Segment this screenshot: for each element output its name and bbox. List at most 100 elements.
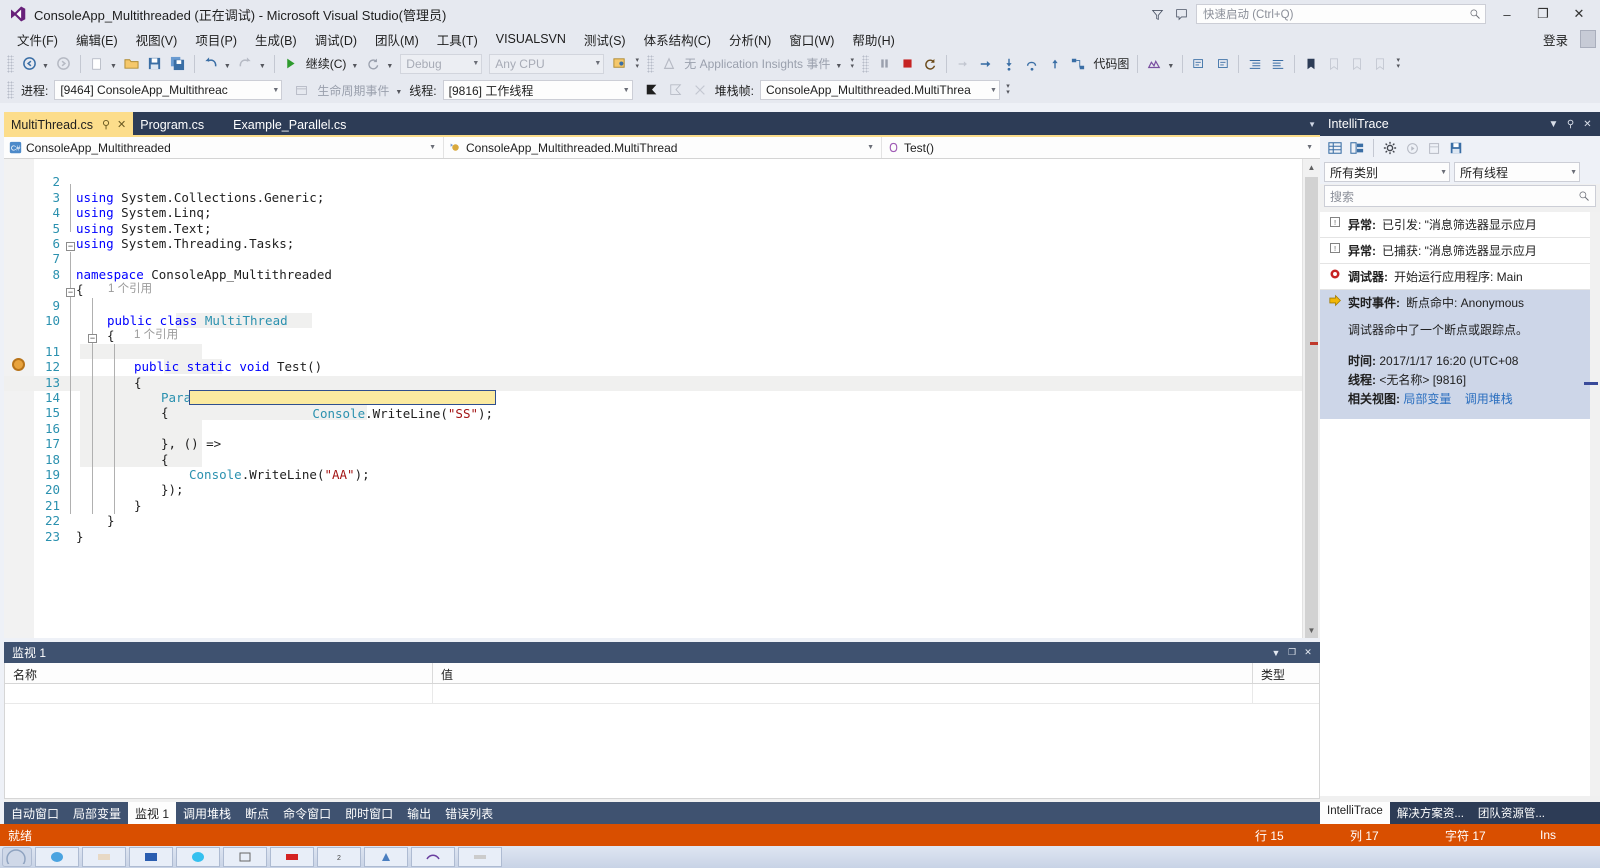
diagnostic-dropdown[interactable]: ▼: [1166, 53, 1177, 75]
intellitrace-event-list[interactable]: ! 异常: 已引发: "消息筛选器显示应月 ! 异常: 已捕获: "消息筛选器显…: [1320, 212, 1590, 796]
continue-button-label[interactable]: 继续(C): [303, 55, 350, 72]
thread-dropdown[interactable]: [9816] 工作线程 ▼: [442, 80, 633, 100]
navbar-member-dropdown[interactable]: Test() ▼: [882, 137, 1320, 158]
watch-column-name[interactable]: 名称: [5, 663, 433, 683]
user-account-icon[interactable]: [1580, 30, 1596, 48]
open-file-icon[interactable]: [121, 53, 143, 75]
menu-item-visualsvn[interactable]: VISUALSVN: [487, 30, 575, 48]
scroll-down-arrow[interactable]: ▼: [1303, 622, 1320, 638]
menu-item-analyze[interactable]: 分析(N): [720, 28, 780, 51]
taskbar-app-4[interactable]: [176, 847, 220, 867]
continue-play-icon[interactable]: [280, 53, 302, 75]
save-icon[interactable]: [144, 53, 166, 75]
bookmark-icon[interactable]: [1300, 53, 1322, 75]
taskbar-app-2[interactable]: [82, 847, 126, 867]
taskbar-app-9[interactable]: [411, 847, 455, 867]
step-into-icon[interactable]: [998, 53, 1020, 75]
menu-item-file[interactable]: 文件(F): [8, 28, 67, 51]
app-insights-dropdown[interactable]: ▼: [834, 53, 845, 75]
navigate-back-icon[interactable]: [18, 53, 40, 75]
gear-icon[interactable]: [1380, 138, 1400, 158]
watch-row-empty[interactable]: [5, 684, 1319, 704]
toolbar-grip[interactable]: [647, 54, 655, 73]
navbar-project-dropdown[interactable]: C# ConsoleApp_Multithreaded ▼: [4, 137, 444, 158]
intellitrace-thread-dropdown[interactable]: 所有线程 ▼: [1454, 162, 1580, 182]
toolbar-grip[interactable]: [7, 81, 14, 99]
attach-to-process-icon[interactable]: [608, 53, 630, 75]
step-next-icon[interactable]: [975, 53, 997, 75]
events-view-icon[interactable]: [1325, 138, 1345, 158]
pin-icon[interactable]: ⚲: [1562, 116, 1579, 133]
restart-debug-icon[interactable]: [919, 53, 941, 75]
toolbar-grip[interactable]: [7, 54, 14, 73]
code-reference-line[interactable]: 1 个引用: [4, 313, 1302, 341]
step-out-icon[interactable]: [1044, 53, 1066, 75]
toolbar-overflow-button[interactable]: ▾ ▾: [846, 53, 858, 75]
menu-item-test[interactable]: 测试(S): [575, 28, 635, 51]
step-over-icon[interactable]: [1021, 53, 1043, 75]
code-editor[interactable]: − − − 2 using System.Collections.Generic…: [4, 159, 1320, 638]
intellitrace-event-exception-thrown[interactable]: ! 异常: 已引发: "消息筛选器显示应月: [1320, 212, 1590, 238]
close-icon[interactable]: ✕: [1579, 116, 1596, 133]
stackframe-dropdown[interactable]: ConsoleApp_Multithreaded.MultiThrea ▼: [759, 80, 1000, 100]
pin-icon[interactable]: ⚲: [93, 118, 110, 131]
taskbar-app-3[interactable]: [129, 847, 173, 867]
menu-item-window[interactable]: 窗口(W): [780, 28, 843, 51]
close-icon[interactable]: ✕: [1300, 645, 1316, 661]
filter-icon[interactable]: [1148, 5, 1166, 23]
watch-cell-type[interactable]: [1253, 684, 1319, 703]
toolbar-overflow-button[interactable]: ▾ ▾: [631, 53, 643, 75]
taskbar-app-6[interactable]: [270, 847, 314, 867]
flag-icon[interactable]: [641, 79, 663, 101]
menu-item-edit[interactable]: 编辑(E): [67, 28, 127, 51]
process-dropdown[interactable]: [9464] ConsoleApp_Multithreac ▼: [54, 80, 283, 100]
tab-intellitrace[interactable]: IntelliTrace: [1320, 802, 1390, 824]
minimize-button[interactable]: ‒: [1492, 1, 1522, 27]
taskbar-app-1[interactable]: [35, 847, 79, 867]
app-insights-label[interactable]: 无 Application Insights 事件: [681, 55, 833, 72]
toolbar-grip[interactable]: [862, 54, 870, 73]
outdent-icon[interactable]: [1267, 53, 1289, 75]
menu-item-project[interactable]: 项目(P): [186, 28, 246, 51]
watch-cell-name[interactable]: [5, 684, 433, 703]
restore-button[interactable]: ❐: [1528, 1, 1558, 27]
close-button[interactable]: ✕: [1564, 1, 1594, 27]
navigate-back-dropdown[interactable]: ▼: [41, 53, 52, 75]
close-icon[interactable]: ✕: [110, 118, 126, 131]
toolbar-overflow-button[interactable]: ▾ ▾: [1392, 53, 1404, 75]
solution-platform-dropdown[interactable]: Any CPU ▼: [489, 53, 605, 74]
save-all-icon[interactable]: [167, 53, 189, 75]
intellitrace-event-debugger-start[interactable]: 调试器: 开始运行应用程序: Main: [1320, 264, 1590, 290]
menu-item-tools[interactable]: 工具(T): [428, 28, 487, 51]
menu-item-debug[interactable]: 调试(D): [306, 28, 366, 51]
document-tab-overflow-button[interactable]: ▼: [1308, 112, 1320, 137]
watch-column-type[interactable]: 类型: [1253, 663, 1319, 683]
search-icon[interactable]: [1578, 190, 1590, 202]
document-tab-program[interactable]: Program.cs: [133, 112, 211, 137]
tab-locals[interactable]: 局部变量: [66, 802, 128, 824]
quick-launch-input[interactable]: 快速启动 (Ctrl+Q): [1196, 4, 1486, 24]
watch-grid[interactable]: 名称 值 类型: [4, 663, 1320, 799]
chevron-down-icon[interactable]: ▼: [1545, 116, 1562, 133]
uncomment-icon[interactable]: [1211, 53, 1233, 75]
link-locals[interactable]: 局部变量: [1403, 392, 1461, 406]
menu-item-help[interactable]: 帮助(H): [843, 28, 903, 51]
intellitrace-event-exception-caught[interactable]: ! 异常: 已捕获: "消息筛选器显示应月: [1320, 238, 1590, 264]
code-map-icon[interactable]: [1067, 53, 1089, 75]
save-icon[interactable]: [1446, 138, 1466, 158]
watch-cell-value[interactable]: [433, 684, 1253, 703]
tab-autos[interactable]: 自动窗口: [4, 802, 66, 824]
menu-item-architecture[interactable]: 体系结构(C): [635, 28, 720, 51]
continue-dropdown[interactable]: ▼: [350, 53, 361, 75]
solution-configuration-dropdown[interactable]: Debug ▼: [400, 53, 483, 74]
code-text[interactable]: − − − 2 using System.Collections.Generic…: [4, 159, 1302, 638]
menu-item-build[interactable]: 生成(B): [246, 28, 306, 51]
new-project-dropdown[interactable]: ▼: [109, 53, 120, 75]
calls-view-icon[interactable]: [1347, 138, 1367, 158]
menu-item-team[interactable]: 团队(M): [366, 28, 428, 51]
lifecycle-events-label[interactable]: 生命周期事件: [314, 82, 392, 99]
undo-dropdown[interactable]: ▼: [223, 53, 234, 75]
scrollbar-thumb[interactable]: [1305, 177, 1318, 638]
tab-team-explorer[interactable]: 团队资源管...: [1471, 802, 1552, 824]
stop-debugging-icon[interactable]: [896, 53, 918, 75]
